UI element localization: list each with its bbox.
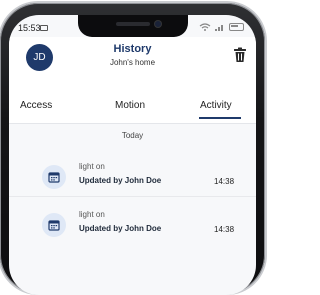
phone-frame: 15:53 JD History John's home Access Moti… [0,3,265,295]
trash-icon[interactable] [233,47,247,63]
signal-icon [215,25,223,31]
section-header-date: Today [121,131,144,140]
tab-access[interactable]: Access [20,100,52,111]
calendar-icon [42,165,66,189]
item-subtitle: Updated by John Doe [79,224,162,233]
status-time: 15:53 [18,23,41,33]
list-item[interactable]: light on Updated by John Doe 14:38 [9,206,256,250]
wifi-icon [199,23,211,31]
item-subtitle: Updated by John Doe [79,176,162,185]
app-header: JD History John's home [9,37,256,95]
speaker-grille [116,22,150,26]
divider [9,196,256,197]
list-item[interactable]: light on Updated by John Doe 14:38 [9,158,256,202]
item-time: 14:38 [214,225,235,234]
item-title: light on [79,162,105,171]
page-title: History [113,43,152,55]
item-title: light on [79,210,105,219]
active-tab-indicator [199,117,241,119]
page-subtitle: John's home [109,58,156,67]
status-indicators [199,23,244,31]
tab-motion[interactable]: Motion [115,100,145,111]
phone-notch [78,15,188,37]
front-camera [154,20,162,28]
calendar-icon [42,213,66,237]
battery-icon [229,23,244,31]
notification-icon [40,25,48,31]
phone-screen: 15:53 JD History John's home Access Moti… [9,15,256,295]
tab-bar: Access Motion Activity [9,89,256,124]
item-time: 14:38 [214,177,235,186]
tab-activity[interactable]: Activity [200,100,232,111]
